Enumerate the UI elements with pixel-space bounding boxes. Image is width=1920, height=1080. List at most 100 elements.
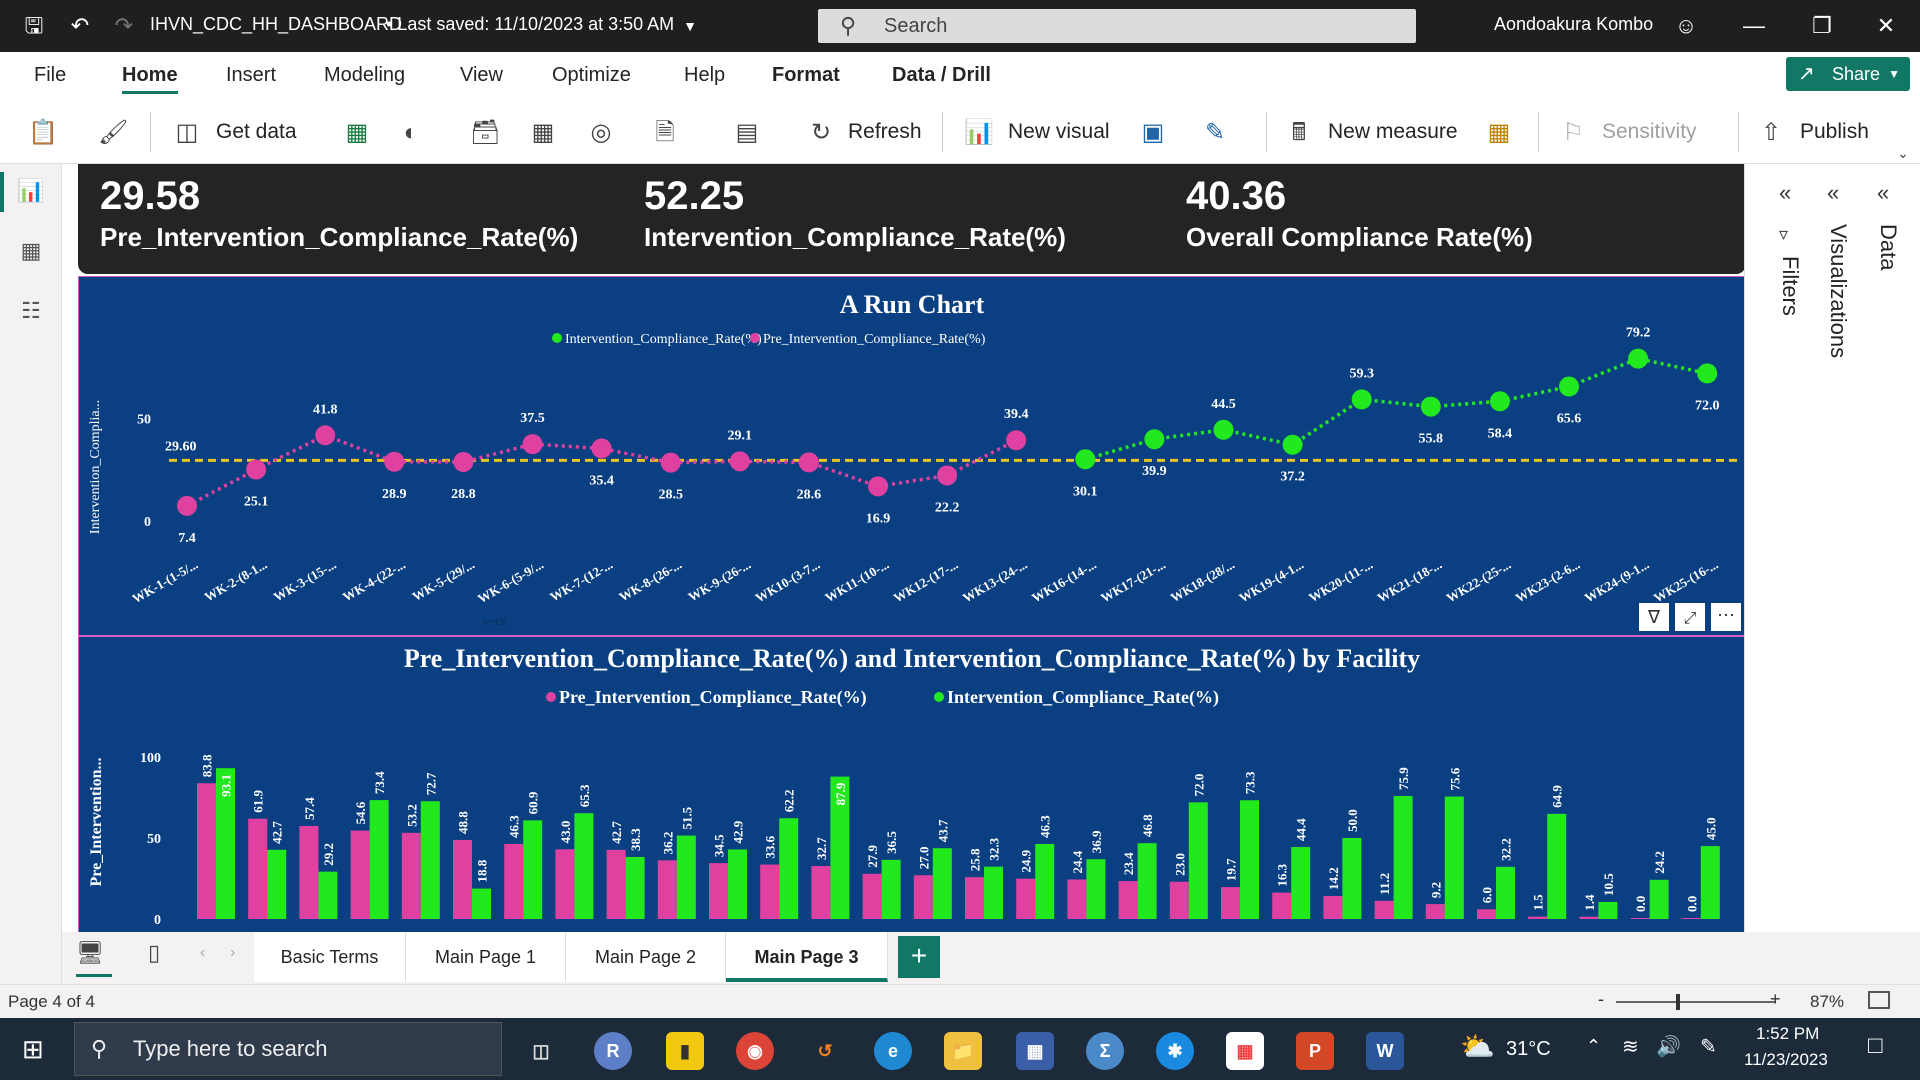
task-view-icon[interactable]: ◫ — [522, 1032, 560, 1070]
new-visual-button[interactable]: New visual — [1008, 120, 1110, 144]
chevron-down-icon[interactable]: ▼ — [674, 10, 706, 42]
paste-icon[interactable]: 📋 — [28, 118, 58, 148]
visualizations-pane-label[interactable]: Visualizations — [1825, 224, 1851, 358]
data-pane-label[interactable]: Data — [1875, 224, 1901, 270]
calculator-app-icon[interactable]: Σ — [1086, 1032, 1124, 1070]
powerpoint-icon[interactable]: P — [1296, 1032, 1334, 1070]
data-label: 36.5 — [884, 831, 899, 854]
dataverse-icon[interactable]: 🗃 — [470, 118, 500, 148]
redo-icon[interactable]: ↷ — [108, 10, 140, 42]
data-label: 79.2 — [1626, 326, 1651, 341]
refresh-icon[interactable]: ↻ — [806, 118, 836, 148]
close-icon[interactable]: ✕ — [1870, 10, 1902, 42]
status-bar: Page 4 of 4 - + 87% — [0, 984, 1920, 1018]
menu-optimize[interactable]: Optimize — [552, 64, 631, 87]
zoom-out-button[interactable]: - — [1598, 989, 1604, 1010]
sensitivity-icon: ⚐ — [1562, 119, 1584, 146]
recent-sources-icon[interactable]: ◎ — [586, 118, 616, 148]
menu-insert[interactable]: Insert — [226, 64, 276, 87]
table-view-icon[interactable]: ▦ — [16, 238, 46, 268]
tab-main-page-1[interactable]: Main Page 1 — [406, 932, 566, 982]
facility-bar-panel[interactable]: Pre_Intervention_Compliance_Rate(%) and … — [78, 636, 1744, 932]
run-chart-panel[interactable]: A Run Chart Intervention_Compliance_Rate(… — [78, 276, 1744, 636]
add-page-button[interactable]: + — [898, 936, 940, 978]
power-bi-icon[interactable]: ▮ — [666, 1032, 704, 1070]
chevron-right-icon[interactable]: › — [230, 944, 235, 962]
transform-icon[interactable]: 🗎 — [650, 118, 680, 148]
menu-file[interactable]: File — [34, 64, 66, 87]
zoom-slider-thumb[interactable] — [1676, 994, 1680, 1010]
word-icon[interactable]: W — [1366, 1032, 1404, 1070]
filters-pane-label[interactable]: Filters — [1777, 256, 1803, 316]
bar — [1067, 879, 1087, 919]
bar — [1374, 900, 1394, 919]
app-icon[interactable]: ✱ — [1156, 1032, 1194, 1070]
quick-measure-icon[interactable]: ▦ — [1484, 118, 1514, 148]
notifications-icon[interactable]: □ — [1868, 1032, 1883, 1060]
search-box[interactable]: ⚲ Search — [818, 9, 1416, 43]
menu-data-drill[interactable]: Data / Drill — [892, 64, 991, 87]
menu-modeling[interactable]: Modeling — [324, 64, 405, 87]
model-view-icon[interactable]: ☷ — [16, 298, 46, 328]
calculator-icon[interactable]: 🖩 — [1284, 118, 1314, 148]
report-view-icon[interactable]: 📊 — [16, 178, 46, 208]
menu-home[interactable]: Home — [122, 64, 178, 94]
volume-icon[interactable]: 🔊 — [1656, 1034, 1681, 1059]
more-visuals-icon[interactable]: ✎ — [1200, 118, 1230, 148]
transform-data-icon[interactable]: ▤ — [732, 118, 762, 148]
menu-format[interactable]: Format — [772, 64, 840, 87]
tab-main-page-2[interactable]: Main Page 2 — [566, 932, 726, 982]
restore-icon[interactable]: ❐ — [1806, 10, 1838, 42]
get-data-button[interactable]: Get data — [216, 120, 297, 144]
save-icon[interactable]: 🖫 — [18, 10, 50, 42]
file-explorer-icon[interactable]: 📁 — [944, 1032, 982, 1070]
x-tick-label: WK24-(9-1... — [1582, 557, 1652, 606]
store-icon[interactable]: ▦ — [1226, 1032, 1264, 1070]
collapse-data-icon[interactable]: « — [1877, 180, 1889, 206]
r-app-icon[interactable]: R — [594, 1032, 632, 1070]
new-visual-icon[interactable]: 📊 — [964, 118, 994, 148]
zoom-slider[interactable] — [1616, 1001, 1776, 1003]
zoom-in-button[interactable]: + — [1770, 989, 1781, 1010]
refresh-button[interactable]: Refresh — [848, 120, 922, 144]
chevron-up-icon[interactable]: ⌃ — [1586, 1036, 1601, 1057]
y-axis-label: Intervention_Complia... — [88, 400, 103, 534]
app-icon[interactable]: ↺ — [806, 1032, 844, 1070]
data-label: 18.8 — [475, 859, 490, 882]
tab-basic-terms[interactable]: Basic Terms — [254, 932, 406, 982]
data-label: 39.9 — [1142, 464, 1167, 479]
excel-icon[interactable]: ▦ — [342, 118, 372, 148]
calendar-app-icon[interactable]: ▦ — [1016, 1032, 1054, 1070]
collapse-visualizations-icon[interactable]: « — [1827, 180, 1839, 206]
text-box-icon[interactable]: ▣ — [1138, 118, 1168, 148]
chevron-left-icon[interactable]: ‹ — [200, 944, 205, 962]
data-label: 37.2 — [1280, 470, 1305, 485]
mobile-layout-icon[interactable]: ▯ — [148, 940, 160, 966]
collapse-filters-icon[interactable]: « — [1779, 180, 1791, 206]
fit-to-page-icon[interactable] — [1868, 991, 1890, 1009]
weather-icon[interactable]: ⛅ — [1460, 1030, 1495, 1063]
publish-button[interactable]: Publish — [1800, 120, 1869, 144]
menu-view[interactable]: View — [460, 64, 503, 87]
menu-help[interactable]: Help — [684, 64, 725, 87]
bar — [1528, 916, 1548, 919]
avatar-icon[interactable]: ☺ — [1670, 10, 1702, 42]
tab-main-page-3[interactable]: Main Page 3 — [726, 932, 888, 982]
share-button[interactable]: ↗ Share ▼ — [1786, 57, 1910, 91]
pen-icon[interactable]: ✎ — [1700, 1034, 1717, 1059]
format-painter-icon[interactable]: 🖌 — [98, 118, 128, 148]
onelake-icon[interactable]: ◐ — [396, 118, 426, 148]
publish-icon[interactable]: ⇧ — [1756, 118, 1786, 148]
new-measure-button[interactable]: New measure — [1328, 120, 1458, 144]
wifi-icon[interactable]: ≋ — [1622, 1034, 1639, 1059]
chrome-icon[interactable]: ◉ — [736, 1032, 774, 1070]
taskbar-search[interactable]: ⚲ Type here to search — [74, 1022, 502, 1076]
data-label: 57.4 — [302, 797, 317, 820]
database-icon[interactable]: ◫ — [172, 118, 202, 148]
minimize-icon[interactable]: — — [1738, 10, 1770, 42]
desktop-layout-icon[interactable]: 🖥 — [76, 940, 104, 966]
windows-start-icon[interactable]: ⊞ — [22, 1034, 44, 1065]
undo-icon[interactable]: ↶ — [64, 10, 96, 42]
edge-icon[interactable]: e — [874, 1032, 912, 1070]
table-icon[interactable]: ▦ — [528, 118, 558, 148]
